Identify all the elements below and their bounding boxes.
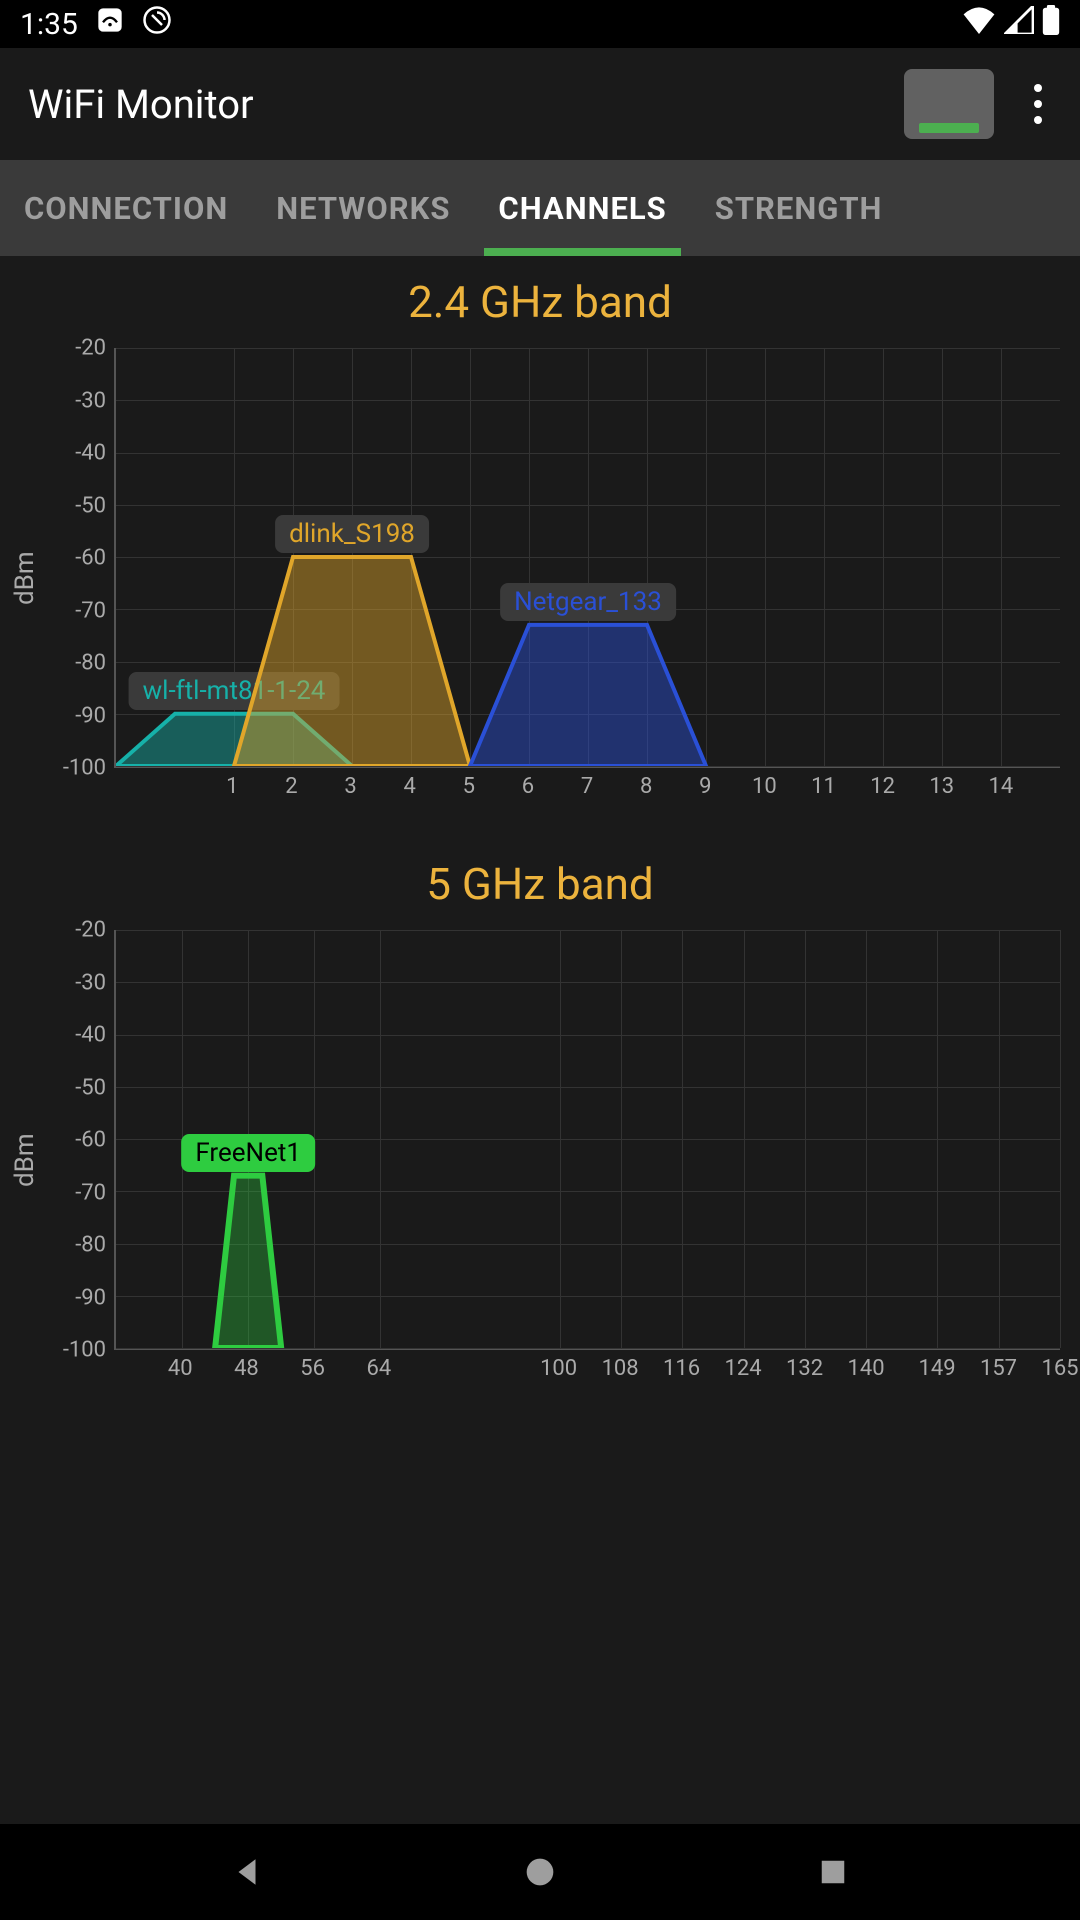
battery-icon bbox=[1042, 5, 1060, 43]
wifi-app-indicator-icon bbox=[96, 6, 124, 42]
y-tick: -20 bbox=[75, 918, 106, 943]
y-tick: -80 bbox=[75, 1233, 106, 1258]
x-tick: 3 bbox=[344, 774, 356, 799]
content-area[interactable]: 2.4 GHz band dBm -20 -30 -40 -50 -60 -70 -80 -9… bbox=[0, 256, 1080, 1824]
x-tick: 13 bbox=[929, 774, 954, 799]
tab-bar: CONNECTION NETWORKS CHANNELS STRENGTH bbox=[0, 160, 1080, 256]
y-tick: -20 bbox=[75, 336, 106, 361]
app-title: WiFi Monitor bbox=[28, 81, 254, 128]
status-time: 1:35 bbox=[20, 7, 78, 42]
y-tick: -30 bbox=[75, 388, 106, 413]
x-tick: 40 bbox=[168, 1356, 193, 1381]
chart-5ghz: 5 GHz band dBm -20 -30 -40 -50 -60 -70 -80 -90 -… bbox=[0, 838, 1080, 1420]
y-tick: -70 bbox=[75, 1180, 106, 1205]
y-tick: -30 bbox=[75, 970, 106, 995]
x-tick: 10 bbox=[752, 774, 777, 799]
network-label[interactable]: Netgear_133 bbox=[500, 583, 676, 621]
chart-title-5: 5 GHz band bbox=[10, 858, 1070, 910]
app-bar: WiFi Monitor bbox=[0, 48, 1080, 160]
y-tick: -50 bbox=[75, 493, 106, 518]
y-tick: -60 bbox=[75, 546, 106, 571]
tab-channels[interactable]: CHANNELS bbox=[474, 160, 690, 256]
tab-networks[interactable]: NETWORKS bbox=[252, 160, 474, 256]
chart-24ghz: 2.4 GHz band dBm -20 -30 -40 -50 -60 -70 -80 -9… bbox=[0, 256, 1080, 838]
network-label[interactable]: wl-ftl-mt81-1-24 bbox=[129, 672, 340, 710]
x-tick: 9 bbox=[699, 774, 711, 799]
network-label[interactable]: dlink_S198 bbox=[275, 515, 429, 553]
x-tick: 1 bbox=[226, 774, 238, 799]
navigation-bar bbox=[0, 1824, 1080, 1920]
x-tick: 157 bbox=[980, 1356, 1017, 1381]
x-tick: 5 bbox=[463, 774, 475, 799]
y-axis-label-24: dBm bbox=[10, 348, 50, 808]
x-tick: 4 bbox=[403, 774, 415, 799]
x-tick: 8 bbox=[640, 774, 652, 799]
y-tick: -100 bbox=[63, 756, 106, 781]
no-sync-icon bbox=[142, 5, 172, 43]
signal-view-button[interactable] bbox=[904, 69, 994, 139]
x-tick: 12 bbox=[870, 774, 895, 799]
x-tick: 7 bbox=[581, 774, 593, 799]
cellular-icon bbox=[1004, 6, 1034, 42]
tab-connection[interactable]: CONNECTION bbox=[0, 160, 252, 256]
x-tick: 149 bbox=[918, 1356, 955, 1381]
tab-strength[interactable]: STRENGTH bbox=[691, 160, 907, 256]
x-tick: 14 bbox=[989, 774, 1014, 799]
x-tick: 56 bbox=[300, 1356, 325, 1381]
y-tick: -60 bbox=[75, 1128, 106, 1153]
overflow-menu-button[interactable] bbox=[1024, 84, 1052, 124]
x-tick: 165 bbox=[1041, 1356, 1078, 1381]
x-tick: 2 bbox=[285, 774, 297, 799]
chart-title-24: 2.4 GHz band bbox=[10, 276, 1070, 328]
x-tick: 48 bbox=[234, 1356, 259, 1381]
status-bar: 1:35 bbox=[0, 0, 1080, 48]
x-tick: 116 bbox=[663, 1356, 700, 1381]
nav-recent-button[interactable] bbox=[813, 1852, 853, 1892]
nav-home-button[interactable] bbox=[520, 1852, 560, 1892]
y-tick: -40 bbox=[75, 1023, 106, 1048]
network-label[interactable]: FreeNet1 bbox=[181, 1134, 315, 1172]
y-tick: -90 bbox=[75, 703, 106, 728]
y-axis-label-5: dBm bbox=[10, 930, 50, 1390]
y-tick: -40 bbox=[75, 441, 106, 466]
y-tick: -50 bbox=[75, 1075, 106, 1100]
x-tick: 132 bbox=[786, 1356, 823, 1381]
y-tick: -100 bbox=[63, 1338, 106, 1363]
nav-back-button[interactable] bbox=[227, 1852, 267, 1892]
x-tick: 11 bbox=[811, 774, 836, 799]
x-tick: 100 bbox=[540, 1356, 577, 1381]
x-tick: 108 bbox=[602, 1356, 639, 1381]
x-tick: 64 bbox=[367, 1356, 392, 1381]
x-tick: 124 bbox=[725, 1356, 762, 1381]
y-tick: -80 bbox=[75, 651, 106, 676]
x-tick: 6 bbox=[522, 774, 534, 799]
y-tick: -70 bbox=[75, 598, 106, 623]
wifi-icon bbox=[962, 6, 996, 42]
x-tick: 140 bbox=[848, 1356, 885, 1381]
y-tick: -90 bbox=[75, 1285, 106, 1310]
